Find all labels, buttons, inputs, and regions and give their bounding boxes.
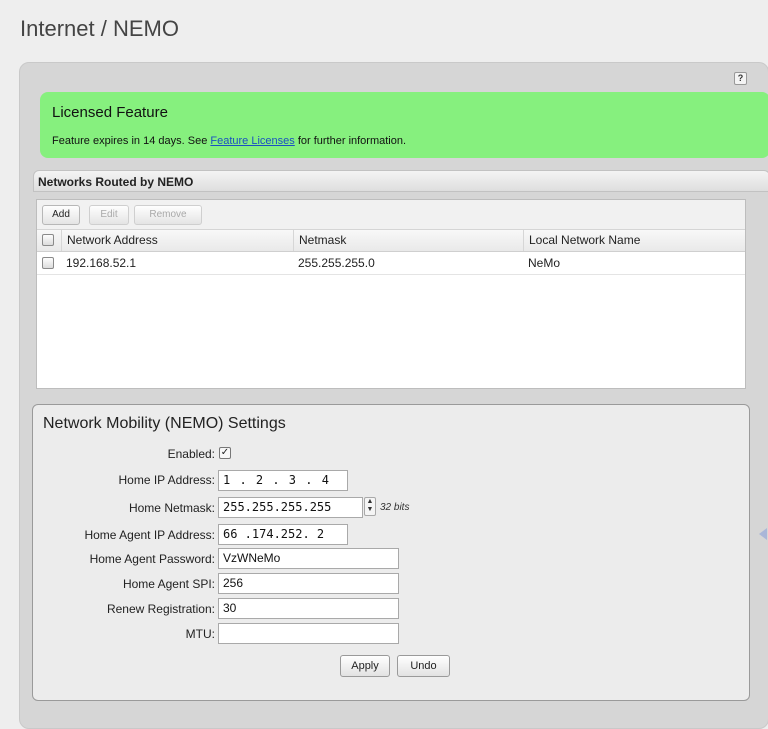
license-text-suffix: for further information.	[294, 135, 407, 147]
undo-button[interactable]: Undo	[397, 655, 450, 677]
networks-toolbar: Add Edit Remove	[37, 200, 745, 230]
help-icon[interactable]: ?	[734, 72, 747, 85]
column-header-local-network-name[interactable]: Local Network Name	[523, 230, 747, 251]
home-agent-password-input[interactable]: VzWNeMo	[218, 548, 399, 569]
enabled-checkbox[interactable]: ✓	[219, 447, 231, 459]
mtu-label: MTU:	[185, 627, 215, 641]
collapse-arrow-icon[interactable]	[759, 528, 767, 540]
settings-title: Network Mobility (NEMO) Settings	[43, 415, 286, 432]
home-agent-ip-input[interactable]: 66 .174.252. 2	[218, 524, 348, 545]
renew-registration-label: Renew Registration:	[106, 602, 215, 616]
cell-local-network-name: NeMo	[528, 256, 561, 270]
home-ip-label: Home IP Address:	[118, 473, 216, 487]
home-agent-spi-label: Home Agent SPI:	[122, 577, 215, 591]
networks-grid: Add Edit Remove Network Address Netmask …	[36, 199, 746, 389]
page-title: Internet / NEMO	[20, 16, 179, 41]
home-agent-ip-label: Home Agent IP Address:	[84, 528, 215, 542]
home-netmask-input[interactable]: 255.255.255.255	[218, 497, 363, 518]
netmask-bits-label: 32 bits	[380, 502, 410, 513]
table-row[interactable]: 192.168.52.1 255.255.255.0 NeMo	[37, 253, 745, 275]
edit-button[interactable]: Edit	[89, 205, 129, 225]
column-header-network-address[interactable]: Network Address	[61, 230, 293, 251]
cell-netmask: 255.255.255.0	[298, 256, 375, 270]
nemo-settings-panel: Network Mobility (NEMO) Settings Enabled…	[32, 404, 750, 701]
apply-button[interactable]: Apply	[340, 655, 390, 677]
license-text-prefix: Feature expires in 14 days. See	[52, 135, 211, 147]
column-header-netmask[interactable]: Netmask	[293, 230, 523, 251]
home-agent-spi-input[interactable]: 256	[218, 573, 399, 594]
license-message: Feature expires in 14 days. See Feature …	[52, 135, 406, 147]
select-all-checkbox[interactable]	[42, 234, 54, 246]
home-netmask-label: Home Netmask:	[128, 501, 215, 515]
row-checkbox[interactable]	[42, 257, 54, 269]
home-agent-password-label: Home Agent Password:	[89, 552, 215, 566]
mtu-input[interactable]	[218, 623, 399, 644]
renew-registration-input[interactable]: 30	[218, 598, 399, 619]
grid-header: Network Address Netmask Local Network Na…	[37, 230, 745, 252]
home-ip-input[interactable]: 1 . 2 . 3 . 4	[218, 470, 348, 491]
cell-network-address: 192.168.52.1	[66, 256, 137, 270]
enabled-label: Enabled:	[167, 447, 215, 461]
license-banner: Licensed Feature Feature expires in 14 d…	[40, 92, 768, 158]
license-title: Licensed Feature	[52, 104, 168, 121]
feature-licenses-link[interactable]: Feature Licenses	[210, 135, 294, 147]
add-button[interactable]: Add	[42, 205, 80, 225]
remove-button[interactable]: Remove	[134, 205, 202, 225]
networks-section-header: Networks Routed by NEMO	[33, 170, 768, 192]
netmask-spinner[interactable]: ▲ ▼	[364, 497, 376, 516]
